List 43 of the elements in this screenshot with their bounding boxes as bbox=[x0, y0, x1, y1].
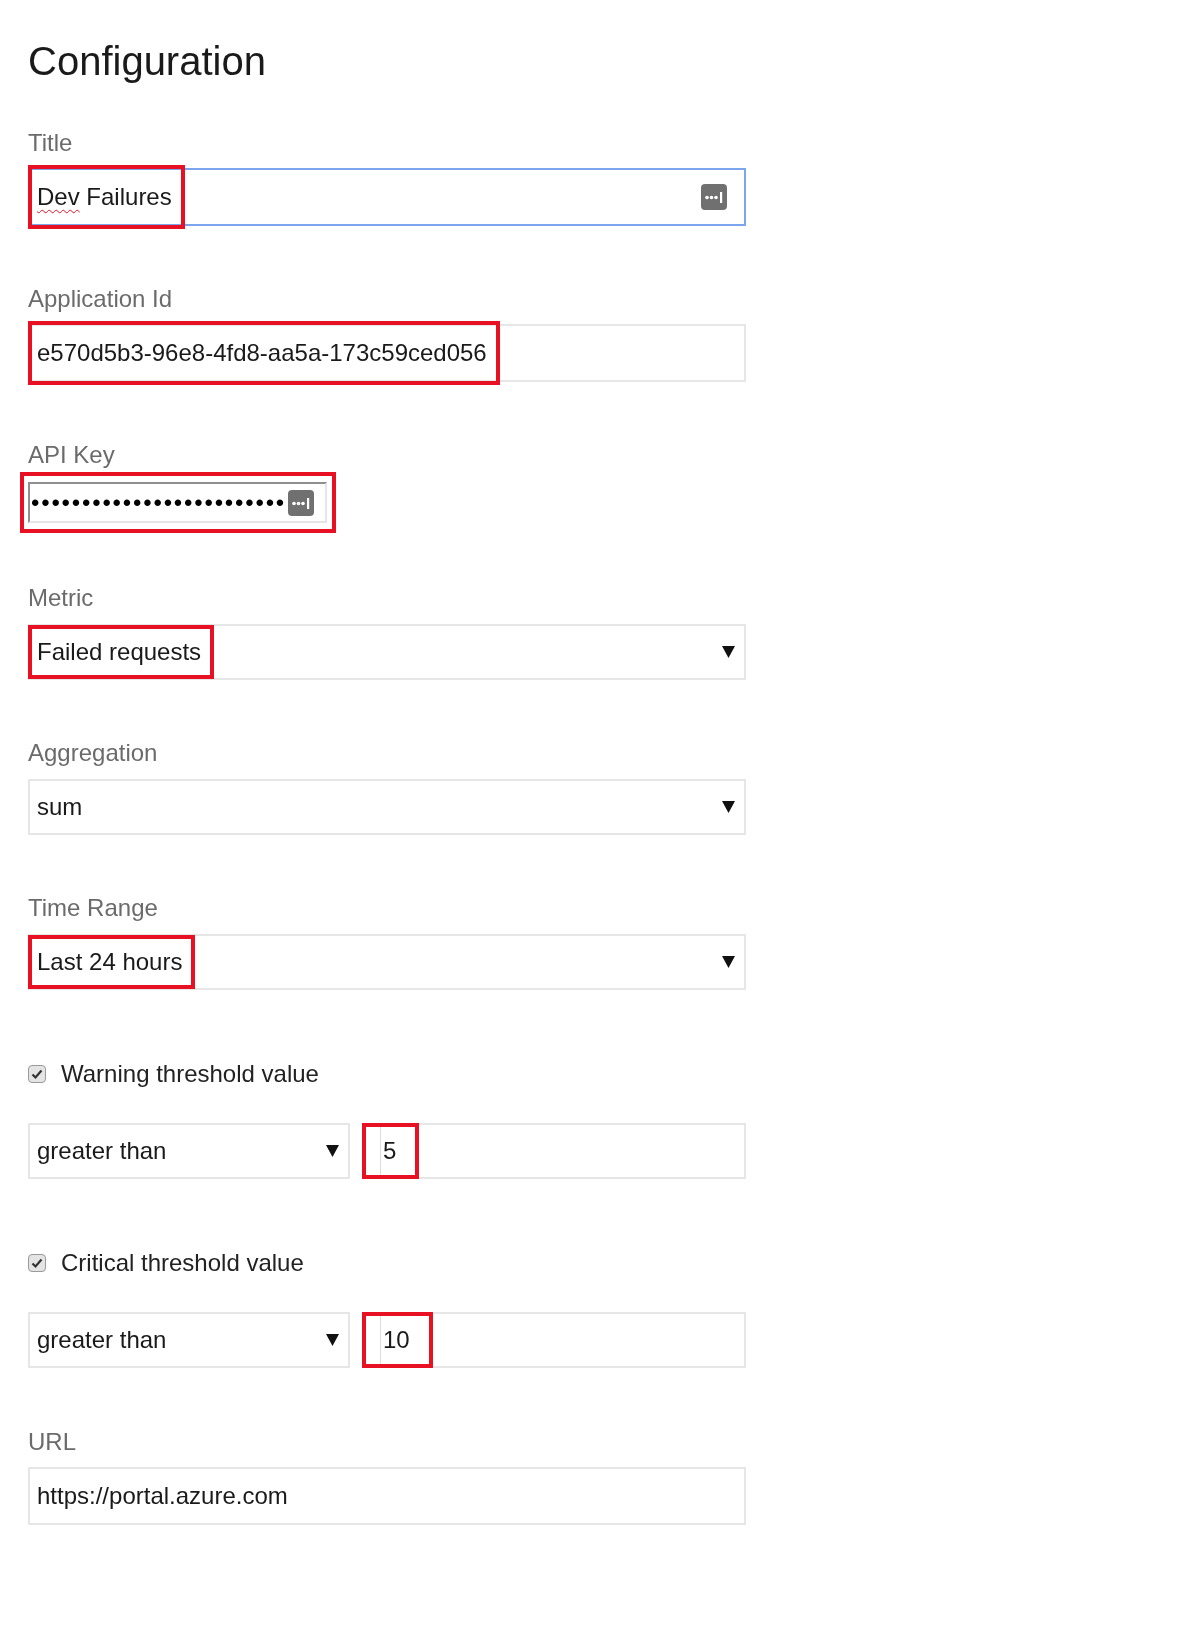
highlighted-value: 5 bbox=[362, 1123, 420, 1179]
caret-icon bbox=[326, 1145, 339, 1157]
field-label: Metric bbox=[28, 583, 94, 613]
checkbox-label: Warning threshold value bbox=[61, 1059, 319, 1089]
field-label: Time Range bbox=[28, 893, 158, 923]
checkmark-icon bbox=[31, 1257, 43, 1269]
field-label: Aggregation bbox=[28, 738, 158, 768]
highlighted-value: e570d5b3-96e8-4fd8-aa5a-173c59ced056 bbox=[28, 321, 500, 385]
number-field[interactable]: 10 bbox=[362, 1312, 746, 1368]
field-value: greater than bbox=[36, 1325, 167, 1355]
field-value: https://portal.azure.com bbox=[36, 1481, 288, 1511]
dropdown[interactable]: greater than bbox=[28, 1123, 350, 1179]
highlighted-value: Dev Failures bbox=[28, 165, 185, 229]
text-field[interactable]: Dev Failures bbox=[28, 168, 746, 226]
ellipsis-icon[interactable] bbox=[701, 184, 727, 210]
password-dots: ••••••••••••••••••••••••• bbox=[30, 487, 287, 518]
checkbox[interactable] bbox=[28, 1254, 46, 1272]
dropdown[interactable]: sum bbox=[28, 779, 746, 835]
ellipsis-icon[interactable] bbox=[288, 489, 314, 516]
highlighted-value: Failed requests bbox=[28, 625, 215, 679]
text-field[interactable]: e570d5b3-96e8-4fd8-aa5a-173c59ced056 bbox=[28, 324, 746, 382]
checkmark-icon bbox=[31, 1068, 43, 1080]
field-label: Title bbox=[28, 128, 73, 158]
page-title: Configuration bbox=[28, 38, 266, 85]
number-field[interactable]: 5 bbox=[362, 1123, 746, 1179]
highlighted-value: Last 24 hours bbox=[28, 935, 196, 989]
field-label: URL bbox=[28, 1427, 76, 1457]
dropdown[interactable]: greater than bbox=[28, 1312, 350, 1368]
text-field[interactable]: https://portal.azure.com bbox=[28, 1467, 746, 1525]
checkbox-label: Critical threshold value bbox=[61, 1248, 304, 1278]
caret-icon bbox=[722, 956, 735, 968]
field-value: greater than bbox=[36, 1136, 167, 1166]
field-label: API Key bbox=[28, 440, 115, 470]
caret-icon bbox=[326, 1334, 339, 1346]
caret-icon bbox=[722, 646, 735, 658]
password-field[interactable]: ••••••••••••••••••••••••• bbox=[28, 482, 327, 523]
dropdown[interactable]: Last 24 hours bbox=[28, 934, 746, 990]
dropdown[interactable]: Failed requests bbox=[28, 624, 746, 680]
field-label: Application Id bbox=[28, 284, 173, 314]
highlighted-value: 10 bbox=[362, 1312, 433, 1368]
caret-icon bbox=[722, 801, 735, 813]
field-value: sum bbox=[36, 792, 83, 822]
checkbox[interactable] bbox=[28, 1065, 46, 1083]
